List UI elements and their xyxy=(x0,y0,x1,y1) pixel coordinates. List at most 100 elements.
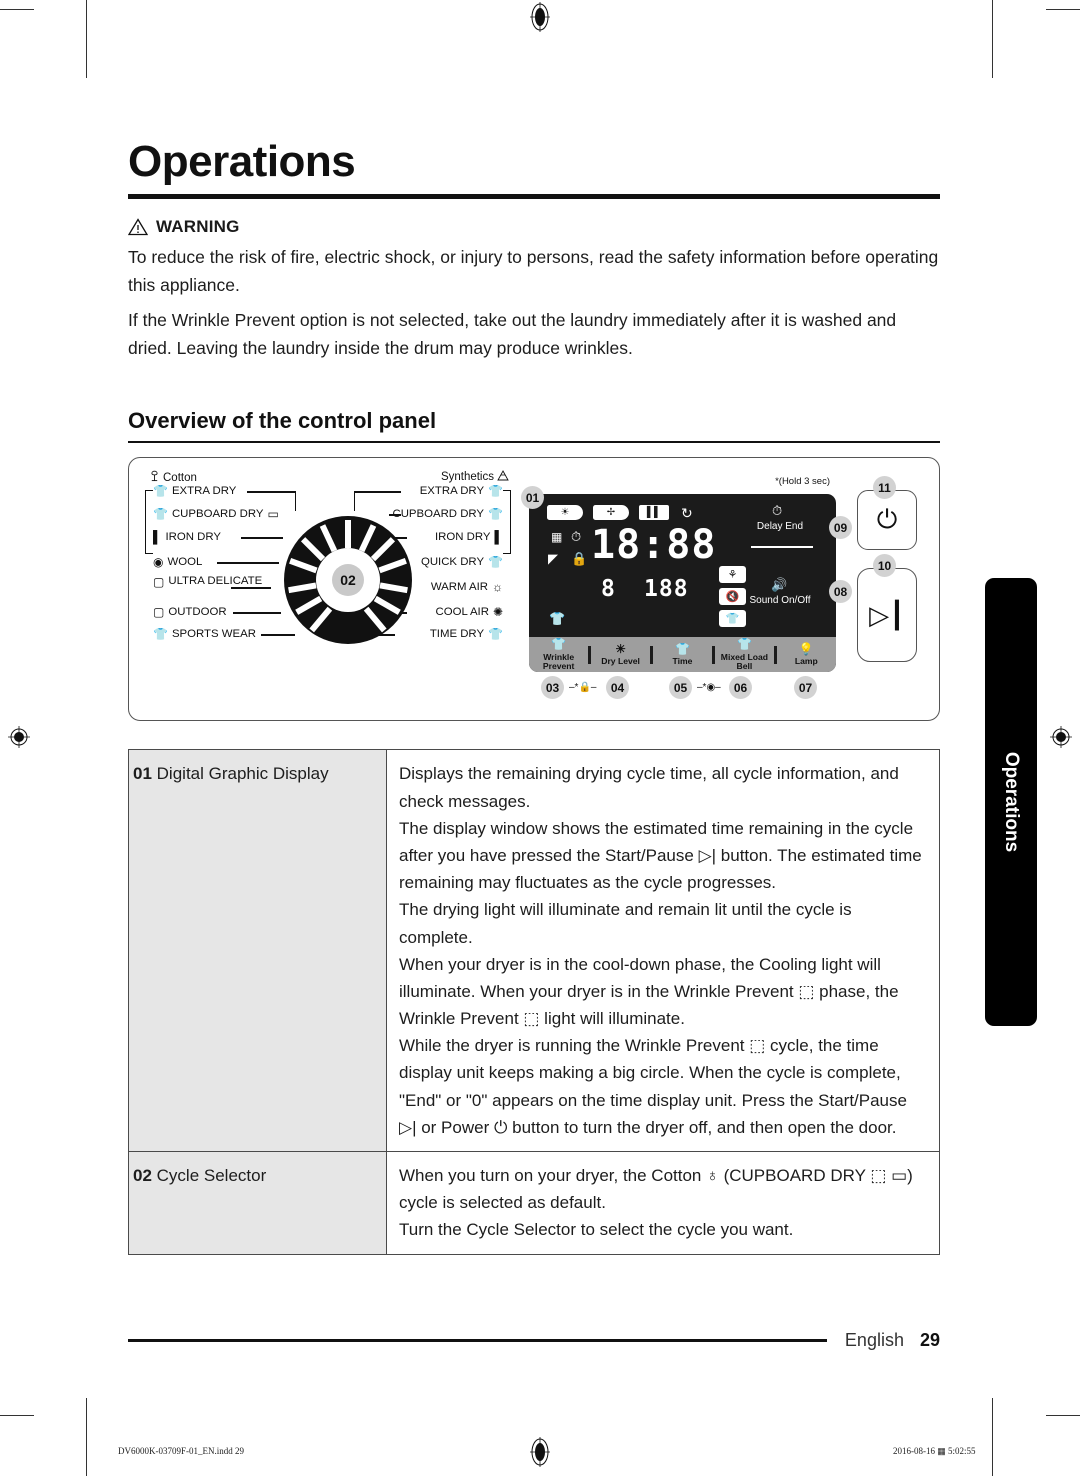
touch-button-lamp[interactable]: 💡 Lamp xyxy=(777,642,836,667)
cycle-left-sports-wear: 👕 SPORTS WEAR xyxy=(153,628,256,640)
pause-indicator-pill: ▌▌ xyxy=(639,505,669,521)
time-dry-indicator[interactable]: 👕 xyxy=(719,610,746,628)
cycle-right-time-dry-label: TIME DRY xyxy=(429,628,485,641)
sound-on-off-label[interactable]: Sound On/Off xyxy=(745,595,815,607)
cycle-selector-diagram: Cotton Synthetics 👕 EXTRA DRY � xyxy=(137,468,517,708)
synthetics-label: Synthetics xyxy=(440,471,494,484)
touch-button-dry-level-label: Dry Level xyxy=(601,656,640,667)
cool-air-icon: ✺ xyxy=(492,605,503,620)
crop-mark-right-edge-bottom xyxy=(1046,1415,1080,1416)
power-button[interactable]: ⏻ xyxy=(857,490,917,551)
leader-line xyxy=(241,537,283,539)
chapter-side-tab: Operations xyxy=(985,578,1037,1026)
cycle-left-outdoor-label: OUTDOOR xyxy=(168,606,227,619)
cycle-left-extra-dry-label: EXTRA DRY xyxy=(171,485,237,498)
cycle-left-iron-dry-label: IRON DRY xyxy=(165,531,222,544)
main-time-display: 18:88 xyxy=(591,522,717,569)
leader-line xyxy=(217,562,279,564)
cycle-right-extra-dry-label: EXTRA DRY xyxy=(419,485,485,498)
cotton-group-title: Cotton xyxy=(149,470,197,485)
callout-03: 03 xyxy=(541,676,564,700)
mixed-load-bell-icon: 👕 xyxy=(736,637,752,652)
cycle-selector-dial[interactable]: 02 xyxy=(282,514,414,646)
digital-graphic-display: *(Hold 3 sec) ☀ ✢ ▌▌ ↻ ▦ ⏱ ◤ 🔒 👕 18:88 8… xyxy=(529,476,836,673)
lamp-icon: 💡 xyxy=(798,642,814,657)
cotton-dry-level-bracket xyxy=(145,490,153,555)
touch-button-time[interactable]: 👕 Time xyxy=(653,642,712,667)
side-tab-label: Operations xyxy=(1001,751,1022,853)
touch-button-mixed-load-bell-label: Mixed Load Bell xyxy=(720,651,769,671)
cycle-right-extra-dry: EXTRA DRY 👕 xyxy=(420,485,503,497)
desc-paragraph: Turn the Cycle Selector to select the cy… xyxy=(399,1220,794,1240)
footer-page-number: 29 xyxy=(919,1330,940,1350)
row-name-01: Digital Graphic Display xyxy=(156,764,329,784)
touch-button-lamp-label: Lamp xyxy=(794,656,818,667)
cycle-right-iron-dry-label: IRON DRY xyxy=(434,531,491,544)
touch-button-mixed-load-bell[interactable]: 👕 Mixed Load Bell xyxy=(715,638,774,671)
delay-end-label[interactable]: Delay End xyxy=(745,521,815,533)
desc-paragraph: While the dryer is running the Wrinkle P… xyxy=(399,1036,907,1137)
time-dry-icon: 👕 xyxy=(675,642,690,657)
cycle-right-iron-dry: IRON DRY ▌ xyxy=(435,531,503,543)
desc-paragraph: The display window shows the estimated t… xyxy=(399,818,922,893)
cycle-right-time-dry: TIME DRY 👕 xyxy=(430,628,503,640)
row-number-01: 01 xyxy=(133,764,152,784)
callout-04: 04 xyxy=(606,676,629,700)
registration-mark-bottom xyxy=(529,1437,551,1467)
print-file-name: DV6000K-03709F-01_EN.indd 29 xyxy=(118,1446,244,1456)
section-heading: Overview of the control panel xyxy=(128,408,940,444)
print-timestamp: 2016-08-16 ▦ 5:02:55 xyxy=(893,1446,976,1457)
desc-paragraph: The drying light will illuminate and rem… xyxy=(399,900,852,947)
leader-line xyxy=(231,587,271,589)
registration-mark-left xyxy=(8,726,30,748)
synthetics-icon xyxy=(497,470,509,484)
crop-mark-left-edge-bottom xyxy=(0,1415,34,1416)
warning-label: WARNING xyxy=(156,217,240,236)
wrinkle-prevent-icon: 👕 xyxy=(551,637,567,652)
cycle-right-warm-air: WARM AIR ☼ xyxy=(431,581,503,593)
cycle-left-wool: ◉ WOOL xyxy=(153,556,202,568)
crop-mark-top-right xyxy=(992,0,993,78)
table-row-desc-02: When you turn on your dryer, the Cotton … xyxy=(386,1151,940,1255)
leader-line xyxy=(233,612,281,614)
cotton-icon xyxy=(149,470,160,485)
page-title: Operations xyxy=(128,137,356,186)
mute-indicator[interactable]: 🔇 xyxy=(719,588,746,606)
cotton-label: Cotton xyxy=(163,471,197,484)
touch-button-dry-level[interactable]: ☀ Dry Level xyxy=(591,642,650,667)
callout-05-06-link: –*◉– xyxy=(697,682,721,694)
sports-wear-icon: 👕 xyxy=(153,627,168,642)
start-pause-button[interactable]: ▷┃ xyxy=(857,568,917,663)
cycle-right-cool-air: COOL AIR ✺ xyxy=(436,606,503,618)
synthetics-dry-level-bracket xyxy=(503,490,511,555)
outdoor-icon: ▢ xyxy=(153,605,165,620)
mixed-load-bell-indicator[interactable]: ⚘ xyxy=(719,566,746,584)
cycle-left-cupboard-dry: 👕 CUPBOARD DRY ▭ xyxy=(153,508,279,520)
touch-button-wrinkle-prevent[interactable]: 👕 Wrinkle Prevent xyxy=(529,638,588,671)
row-number-02: 02 xyxy=(133,1166,152,1185)
touch-button-time-label: Time xyxy=(672,656,693,667)
warning-heading: WARNING xyxy=(127,217,940,237)
shirt-extra-dry-icon: 👕 xyxy=(153,484,168,499)
cycle-left-sports-wear-label: SPORTS WEAR xyxy=(171,628,256,641)
cycle-right-warm-air-label: WARM AIR xyxy=(430,581,488,594)
control-panel-description-table: 01 Digital Graphic Display Displays the … xyxy=(128,749,940,1255)
shirt-extra-dry-icon: 👕 xyxy=(488,484,503,499)
callout-09: 09 xyxy=(829,516,852,540)
footer-rule xyxy=(128,1339,827,1342)
page-content: Operations WARNING To reduce the risk of… xyxy=(127,137,940,1255)
table-row: 01 Digital Graphic Display Displays the … xyxy=(128,749,940,1152)
warning-triangle-icon xyxy=(127,218,149,236)
shirt-cupboard-dry-icon: 👕 xyxy=(488,507,503,522)
table-row-desc-01: Displays the remaining drying cycle time… xyxy=(386,749,940,1152)
synthetics-group-title: Synthetics xyxy=(441,470,509,484)
fan-indicator-pill: ✢ xyxy=(593,505,629,521)
title-rule xyxy=(128,194,940,199)
manual-page: Operations WARNING To reduce the risk of… xyxy=(0,0,1080,1476)
grid-icon: ▦ xyxy=(551,530,563,545)
cooling-circle-icon: ↻ xyxy=(681,505,693,522)
crop-mark-bottom-left xyxy=(86,1398,87,1476)
iron-icon: ▌ xyxy=(153,530,162,545)
crop-mark-bottom-right xyxy=(992,1398,993,1476)
desc-paragraph: When you turn on your dryer, the Cotton … xyxy=(399,1166,913,1213)
